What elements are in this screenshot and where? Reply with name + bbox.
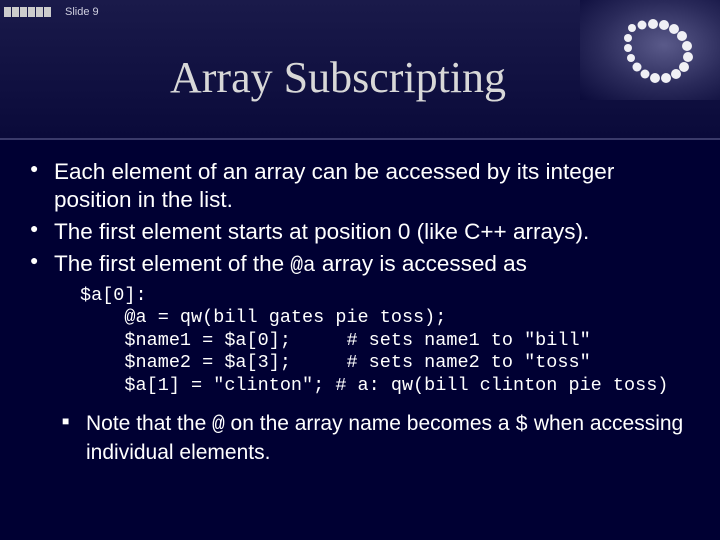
- bullet-text: Each element of an array can be accessed…: [54, 159, 614, 212]
- list-item: The first element of the @a array is acc…: [28, 250, 692, 280]
- code-block: $a[0]: @a = qw(bill gates pie toss); $na…: [80, 285, 692, 398]
- sub-bullet-list: Note that the @ on the array name become…: [62, 411, 692, 466]
- list-item: The first element starts at position 0 (…: [28, 218, 692, 246]
- inline-code: @a: [290, 255, 315, 278]
- bullet-list: Each element of an array can be accessed…: [28, 158, 692, 281]
- page-title: Array Subscripting: [170, 52, 506, 103]
- bullet-text: The first element starts at position 0 (…: [54, 219, 589, 244]
- bullet-text-post: array is accessed as: [316, 251, 527, 276]
- list-item: Each element of an array can be accessed…: [28, 158, 692, 214]
- decorative-image: [580, 0, 720, 100]
- note-text-pre: Note that the: [86, 412, 212, 435]
- header-band: Slide 9 Array Subscripting: [0, 0, 720, 140]
- bullet-text-pre: The first element of the: [54, 251, 290, 276]
- list-item: Note that the @ on the array name become…: [62, 411, 692, 466]
- pearl-necklace-icon: [612, 18, 702, 88]
- inline-code: @: [212, 414, 225, 437]
- slide-number: Slide 9: [65, 6, 99, 18]
- note-text-mid: on the array name becomes a: [225, 412, 516, 435]
- logo-icon: [4, 7, 51, 17]
- inline-code: $: [515, 414, 528, 437]
- content-area: Each element of an array can be accessed…: [0, 140, 720, 466]
- logo-bar: Slide 9: [4, 6, 99, 18]
